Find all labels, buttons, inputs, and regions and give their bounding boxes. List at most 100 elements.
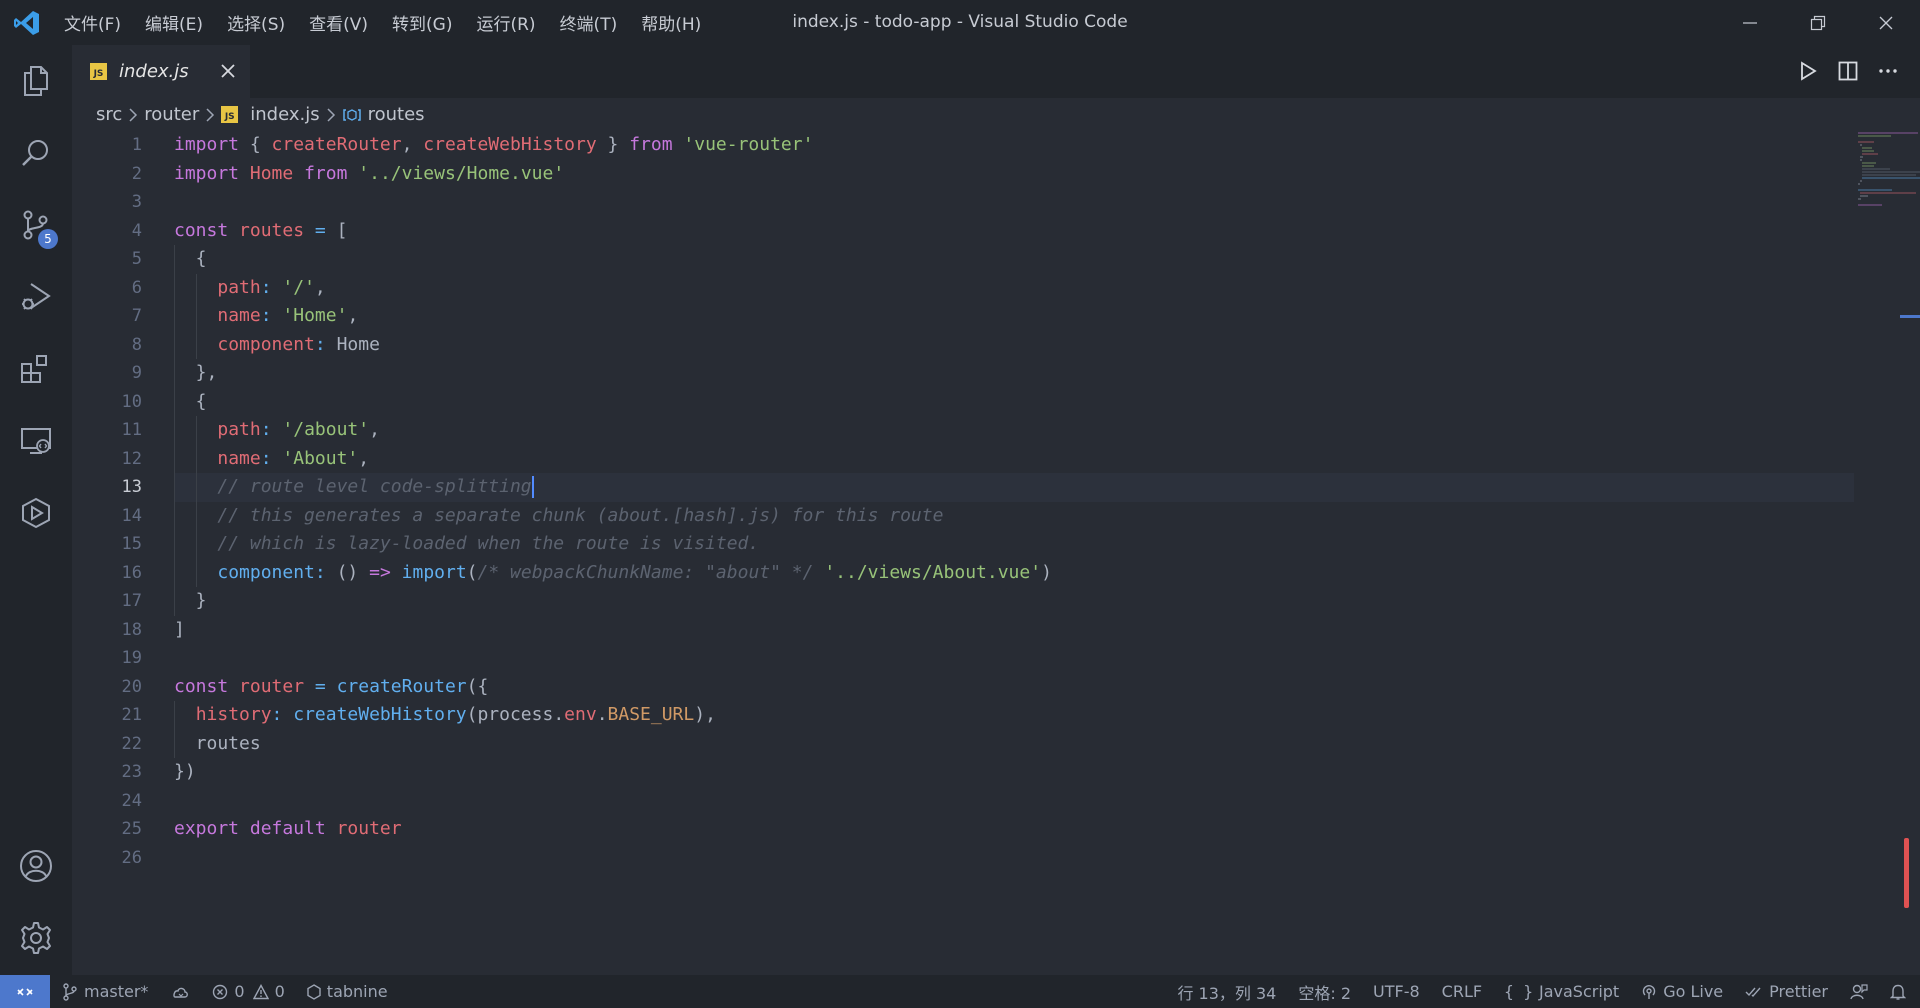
code-token: /* webpackChunkName: "about" */ xyxy=(477,561,814,583)
menu-edit[interactable]: 编辑(E) xyxy=(145,10,203,35)
activity-accounts[interactable] xyxy=(0,836,72,896)
run-file-button[interactable] xyxy=(1794,57,1822,85)
menu-help[interactable]: 帮助(H) xyxy=(641,10,701,35)
more-actions-button[interactable] xyxy=(1874,57,1902,85)
chevron-right-icon xyxy=(206,107,215,122)
menu-go[interactable]: 转到(G) xyxy=(392,10,452,35)
code-token: [ xyxy=(325,219,348,241)
indent-guide xyxy=(174,387,175,416)
activity-search[interactable] xyxy=(0,123,72,183)
code-token: name xyxy=(217,305,261,326)
code-line[interactable] xyxy=(174,188,1854,217)
code-line[interactable]: { xyxy=(174,245,1854,274)
code-line[interactable]: path: '/about', xyxy=(174,416,1854,445)
line-number: 19 xyxy=(121,648,142,668)
activity-source-control[interactable]: 5 xyxy=(0,195,72,255)
code-line[interactable]: }, xyxy=(174,359,1854,388)
menu-run[interactable]: 运行(R) xyxy=(476,10,535,35)
code-line[interactable]: // which is lazy-loaded when the route i… xyxy=(174,530,1854,559)
code-line[interactable]: import Home from '../views/Home.vue' xyxy=(174,160,1854,189)
code-token: : xyxy=(314,333,326,355)
code-line[interactable]: }) xyxy=(174,758,1854,787)
activity-run-debug[interactable] xyxy=(0,267,72,327)
prettier-status[interactable]: Prettier xyxy=(1745,982,1828,1001)
menu-file[interactable]: 文件(F) xyxy=(64,10,121,35)
branch-status[interactable]: master* xyxy=(62,982,148,1001)
code-line[interactable]: } xyxy=(174,587,1854,616)
code-line[interactable] xyxy=(174,787,1854,816)
eol-status[interactable]: CRLF xyxy=(1442,982,1482,1001)
code-line[interactable]: path: '/', xyxy=(174,273,1854,302)
close-window-button[interactable] xyxy=(1852,0,1920,45)
code-line[interactable]: const routes = [ xyxy=(174,217,1854,246)
tab-index-js[interactable]: JS index.js xyxy=(72,45,250,98)
cursor-position[interactable]: 行 13，列 34 xyxy=(1177,980,1276,1004)
scrollbar-cursor-marker xyxy=(1900,315,1920,318)
activity-manage[interactable] xyxy=(0,908,72,968)
sync-status[interactable] xyxy=(170,984,190,1000)
line-number: 2 xyxy=(131,163,142,184)
breadcrumb-router[interactable]: router xyxy=(144,104,199,125)
activity-explorer[interactable] xyxy=(0,51,72,111)
notifications-button[interactable] xyxy=(1890,983,1906,1001)
code-line[interactable]: ] xyxy=(174,616,1854,645)
breadcrumb-file[interactable]: index.js xyxy=(250,104,319,125)
activity-deploy[interactable] xyxy=(0,483,72,543)
remote-indicator-button[interactable] xyxy=(0,975,50,1008)
code-line[interactable] xyxy=(174,644,1854,673)
indent-guide xyxy=(174,444,175,473)
menu-view[interactable]: 查看(V) xyxy=(309,10,368,35)
code-line[interactable]: // this generates a separate chunk (abou… xyxy=(174,501,1854,530)
code-line[interactable]: name: 'Home', xyxy=(174,302,1854,331)
minimize-button[interactable] xyxy=(1716,0,1784,45)
code-token: { xyxy=(174,248,207,269)
code-token: createRouter xyxy=(336,675,467,697)
line-number: 16 xyxy=(121,562,142,583)
go-live-button[interactable]: Go Live xyxy=(1641,982,1723,1001)
code-line[interactable]: name: 'About', xyxy=(174,444,1854,473)
menu-selection[interactable]: 选择(S) xyxy=(227,10,285,35)
code-line[interactable] xyxy=(174,844,1854,873)
code-token: router xyxy=(336,818,402,839)
breadcrumb-src[interactable]: src xyxy=(96,104,122,125)
broadcast-icon xyxy=(1643,984,1656,999)
activity-remote-explorer[interactable] xyxy=(0,411,72,471)
split-editor-button[interactable] xyxy=(1834,57,1862,85)
code-token: component xyxy=(217,561,315,583)
minimize-icon xyxy=(1743,21,1757,24)
code-line[interactable]: { xyxy=(174,387,1854,416)
tab-close-button[interactable] xyxy=(218,61,238,81)
javascript-file-icon: JS xyxy=(221,106,239,123)
editor-scrollbar[interactable] xyxy=(1900,131,1920,975)
tabnine-status[interactable]: tabnine xyxy=(307,982,388,1001)
warning-count: 0 xyxy=(274,982,285,1001)
code-token: 'vue-router' xyxy=(683,134,814,155)
code-token: BASE_URL xyxy=(607,704,695,725)
restore-button[interactable] xyxy=(1784,0,1852,45)
code-line[interactable]: // route level code-splitting xyxy=(174,473,1854,502)
code-line[interactable]: const router = createRouter({ xyxy=(174,673,1854,702)
code-line[interactable]: component: () => import(/* webpackChunkN… xyxy=(174,558,1854,587)
menu-terminal[interactable]: 终端(T) xyxy=(560,10,618,35)
account-icon xyxy=(20,850,52,882)
encoding-status[interactable]: UTF-8 xyxy=(1373,982,1420,1001)
code-line[interactable]: routes xyxy=(174,729,1854,758)
code-line[interactable]: import { createRouter, createWebHistory … xyxy=(174,131,1854,160)
code-token: : xyxy=(260,276,272,298)
problems-status[interactable]: 0 0 xyxy=(212,982,285,1001)
code-lines[interactable]: import { createRouter, createWebHistory … xyxy=(174,131,1854,872)
code-token: ({ xyxy=(466,675,489,697)
feedback-button[interactable] xyxy=(1850,983,1868,1001)
language-mode[interactable]: { } JavaScript xyxy=(1504,982,1619,1001)
indentation-status[interactable]: 空格: 2 xyxy=(1298,980,1351,1004)
code-line[interactable]: export default router xyxy=(174,815,1854,844)
code-line[interactable]: history: createWebHistory(process.env.BA… xyxy=(174,701,1854,730)
code-editor[interactable]: 1 2 3 4 5 6 7 8 9 10 11 12 13 14 15 16 17 18 19 20 21 22 23 24 2… xyxy=(72,131,1920,975)
code-line[interactable]: component: Home xyxy=(174,330,1854,359)
code-token: , xyxy=(358,447,370,469)
breadcrumb-symbol[interactable]: routes xyxy=(368,104,425,125)
activity-extensions[interactable] xyxy=(0,339,72,399)
